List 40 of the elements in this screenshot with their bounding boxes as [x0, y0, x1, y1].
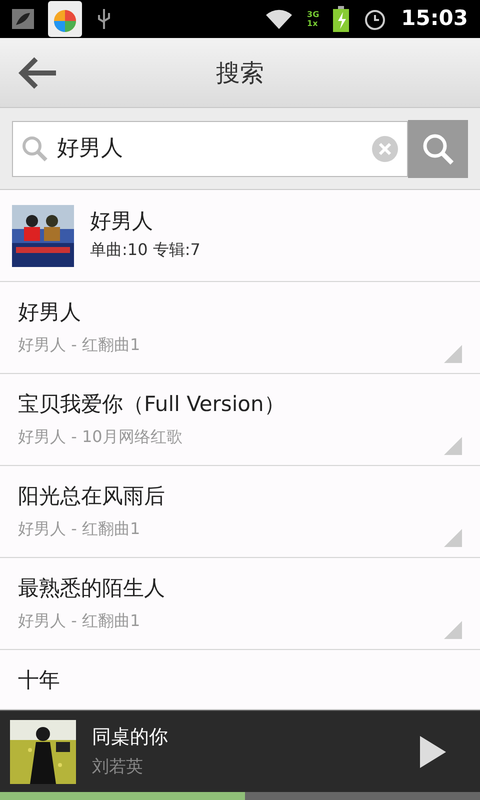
album-stats: 单曲:10 专辑:7	[90, 239, 200, 262]
app-icon	[48, 1, 82, 37]
wifi-icon	[265, 8, 293, 30]
clock-text: 15:03	[401, 5, 468, 32]
album-title: 好男人	[90, 208, 154, 234]
song-row[interactable]: 宝贝我爱你（Full Version） 好男人 - 10月网络红歌	[0, 374, 480, 466]
song-title: 同桌的你	[92, 724, 168, 750]
album-row[interactable]: 好男人 单曲:10 专辑:7	[0, 190, 480, 282]
page-title: 搜索	[216, 58, 264, 88]
alarm-icon	[363, 7, 388, 31]
song-title: 好男人	[18, 300, 82, 326]
song-title: 宝贝我爱你（Full Version）	[18, 392, 286, 418]
corner-icon[interactable]	[444, 529, 462, 547]
search-icon	[21, 134, 49, 162]
song-title: 十年	[18, 668, 61, 694]
corner-icon[interactable]	[444, 345, 462, 363]
song-row[interactable]: 好男人 好男人 - 红翻曲1	[0, 282, 480, 374]
corner-icon[interactable]	[444, 437, 462, 455]
player-bar[interactable]: 同桌的你 刘若英	[0, 710, 480, 792]
song-row[interactable]: 阳光总在风雨后 好男人 - 红翻曲1	[0, 466, 480, 558]
notification-icon	[12, 9, 34, 29]
search-field[interactable]: 好男人	[12, 120, 408, 176]
artist-name: 刘若英	[92, 756, 144, 779]
back-icon[interactable]	[18, 56, 58, 90]
song-row[interactable]: 最熟悉的陌生人 好男人 - 红翻曲1	[0, 558, 480, 650]
search-icon	[421, 132, 455, 166]
clear-icon[interactable]	[371, 134, 399, 162]
progress-track[interactable]	[0, 792, 480, 800]
signal-icon: 3G 1x	[307, 10, 320, 28]
song-title: 阳光总在风雨后	[18, 484, 166, 510]
song-subtitle: 好男人 - 10月网络红歌	[18, 426, 182, 448]
song-subtitle: 好男人 - 红翻曲1	[18, 518, 140, 540]
usb-icon	[96, 7, 112, 31]
search-button[interactable]	[408, 120, 468, 178]
corner-icon[interactable]	[444, 621, 462, 639]
play-icon[interactable]	[418, 734, 448, 770]
song-title: 最熟悉的陌生人	[18, 576, 166, 602]
song-subtitle: 好男人 - 红翻曲1	[18, 334, 140, 356]
song-subtitle: 好男人 - 红翻曲1	[18, 610, 140, 632]
battery-icon	[333, 6, 350, 32]
